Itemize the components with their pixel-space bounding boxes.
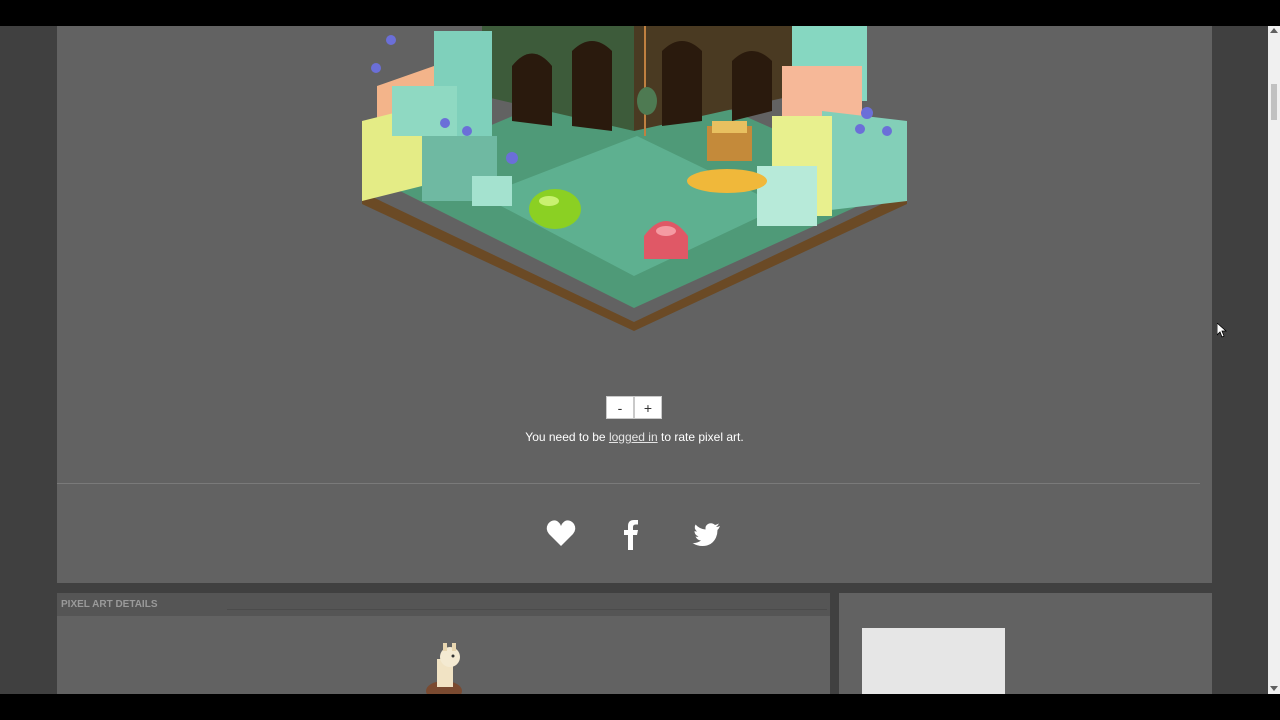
zoom-out-button[interactable]: - [606, 396, 634, 419]
facebook-icon[interactable] [615, 516, 647, 552]
header-rule [227, 609, 827, 610]
artwork-panel: - + You need to be logged in to rate pix… [57, 26, 1212, 583]
rating-prefix: You need to be [525, 430, 609, 444]
social-share-bar [57, 516, 1212, 552]
zoom-controls: - + [606, 396, 662, 419]
mouse-cursor-icon [1216, 322, 1228, 343]
login-link[interactable]: logged in [609, 430, 658, 444]
author-avatar[interactable] [419, 641, 469, 694]
vertical-scrollbar[interactable] [1268, 26, 1280, 694]
ad-placeholder [862, 628, 1005, 694]
scrollbar-thumb[interactable] [1271, 84, 1277, 120]
scroll-down-icon[interactable] [1270, 686, 1278, 691]
window-top-bar [0, 0, 1280, 26]
page-viewport: - + You need to be logged in to rate pix… [0, 26, 1268, 694]
panel-divider [57, 483, 1200, 484]
pixel-art-details-panel: PIXEL ART DETAILS [57, 593, 830, 694]
zoom-in-button[interactable]: + [634, 396, 662, 419]
rating-message: You need to be logged in to rate pixel a… [57, 430, 1212, 444]
details-header: PIXEL ART DETAILS [57, 593, 830, 616]
window-bottom-bar [0, 694, 1280, 720]
details-title: PIXEL ART DETAILS [61, 599, 158, 610]
twitter-icon[interactable] [691, 516, 723, 552]
sidebar-panel [839, 593, 1212, 694]
pixel-art-image [362, 26, 907, 331]
heart-icon[interactable] [545, 516, 577, 552]
rating-suffix: to rate pixel art. [657, 430, 744, 444]
scroll-up-icon[interactable] [1270, 28, 1278, 33]
